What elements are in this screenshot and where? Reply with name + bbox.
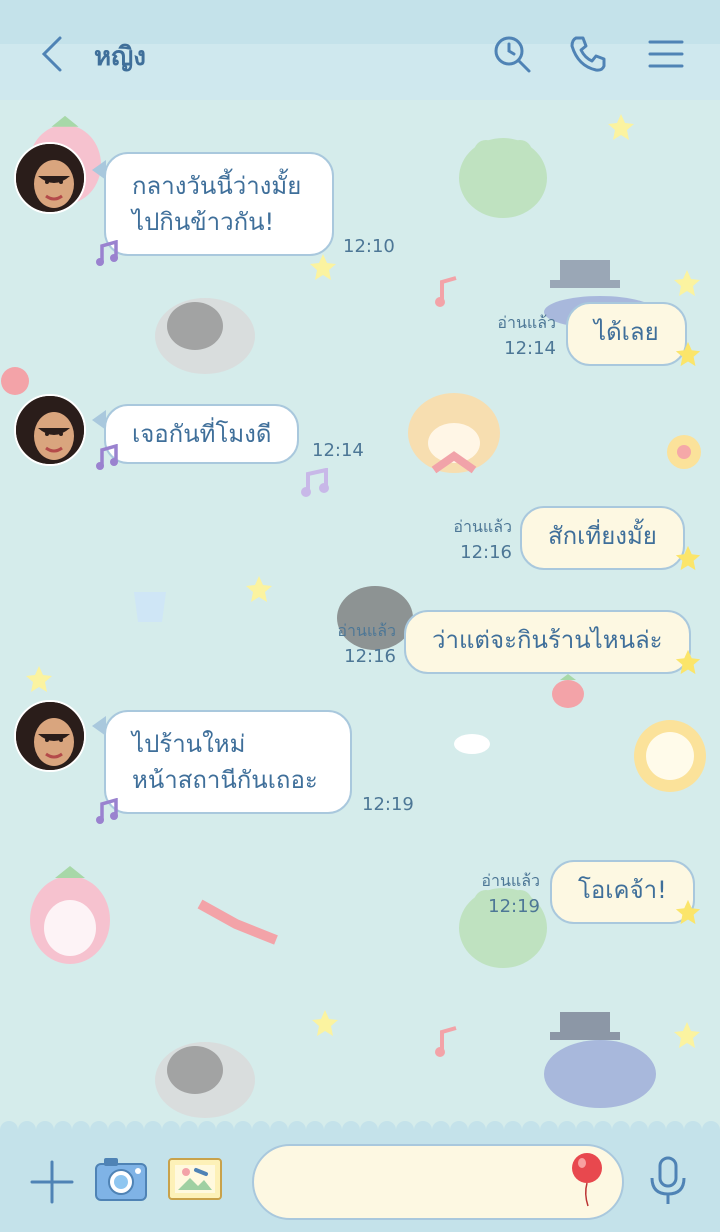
message-text: ไปร้านใหม่ xyxy=(132,730,246,758)
flower-decoration-icon xyxy=(667,435,701,469)
music-note-icon xyxy=(96,798,118,824)
cat-character-icon xyxy=(155,1042,255,1118)
message-input[interactable] xyxy=(252,1144,624,1220)
plus-icon[interactable] xyxy=(30,1160,74,1204)
outgoing-message-bubble[interactable]: สักเที่ยงมั้ย xyxy=(520,506,685,570)
read-receipt: อ่านแล้ว 12:14 xyxy=(486,312,556,360)
star-decoration-icon xyxy=(246,576,272,602)
cat-character-icon xyxy=(155,298,255,374)
input-bar xyxy=(0,1121,720,1232)
message-text: โอเคจ้า! xyxy=(578,876,667,904)
star-icon xyxy=(675,545,701,571)
back-icon[interactable] xyxy=(34,34,74,74)
read-receipt: อ่านแล้ว 12:19 xyxy=(468,870,540,918)
contact-avatar[interactable] xyxy=(14,700,86,772)
message-time: 12:19 xyxy=(488,896,540,917)
search-icon[interactable] xyxy=(492,34,532,74)
message-time: 12:14 xyxy=(504,338,556,359)
ribbon-decoration-icon xyxy=(197,899,278,945)
message-time: 12:16 xyxy=(460,542,512,563)
chat-header: หญิง xyxy=(0,0,720,100)
read-label: อ่านแล้ว xyxy=(453,517,512,536)
star-decoration-icon xyxy=(674,270,700,296)
top-hat-cat-character-icon xyxy=(544,1012,656,1108)
star-decoration-icon xyxy=(26,666,52,692)
message-text: หน้าสถานีกันเถอะ xyxy=(132,766,318,794)
message-time: 12:14 xyxy=(312,440,364,461)
microphone-icon[interactable] xyxy=(648,1156,688,1206)
incoming-message-bubble[interactable]: ไปร้านใหม่ หน้าสถานีกันเถอะ xyxy=(104,710,352,814)
message-time: 12:10 xyxy=(343,236,395,257)
strawberry-character-icon xyxy=(30,866,110,964)
bottom-scallop-edge xyxy=(0,1121,720,1139)
star-decoration-icon xyxy=(312,1010,338,1036)
message-text: เจอกันที่โมงดี xyxy=(132,420,272,448)
strawberry-icon xyxy=(552,674,584,708)
message-time: 12:16 xyxy=(344,646,396,667)
star-decoration-icon xyxy=(310,254,336,280)
music-note-icon xyxy=(96,444,118,470)
star-icon xyxy=(675,899,701,925)
cup-decoration-icon xyxy=(134,592,166,622)
camera-icon[interactable] xyxy=(94,1156,148,1202)
message-time: 12:19 xyxy=(362,794,414,815)
cloud-decoration-icon xyxy=(454,734,490,754)
message-text: ว่าแต่จะกินร้านไหนล่ะ xyxy=(432,626,663,654)
star-decoration-icon xyxy=(674,1022,700,1048)
star-icon xyxy=(675,649,701,675)
chat-title: หญิง xyxy=(94,42,146,72)
star-decoration-icon xyxy=(608,114,634,140)
read-label: อ่านแล้ว xyxy=(481,871,540,890)
music-note-icon xyxy=(435,276,457,307)
contact-avatar[interactable] xyxy=(14,394,86,466)
read-receipt: อ่านแล้ว 12:16 xyxy=(324,620,396,668)
menu-icon[interactable] xyxy=(646,34,686,74)
phone-icon[interactable] xyxy=(568,34,608,74)
contact-avatar[interactable] xyxy=(14,142,86,214)
outgoing-message-bubble[interactable]: ได้เลย xyxy=(566,302,687,366)
incoming-message-bubble[interactable]: เจอกันที่โมงดี xyxy=(104,404,300,464)
message-text: กลางวันนี้ว่างมั้ย xyxy=(132,172,302,200)
music-note-icon xyxy=(435,1026,457,1057)
read-label: อ่านแล้ว xyxy=(337,621,396,640)
star-icon xyxy=(675,341,701,367)
heart-decoration-icon xyxy=(1,367,29,395)
sunflower-character-icon xyxy=(634,720,706,792)
message-text: สักเที่ยงมั้ย xyxy=(548,522,657,550)
read-receipt: อ่านแล้ว 12:16 xyxy=(440,516,512,564)
balloon-icon[interactable] xyxy=(570,1152,604,1208)
incoming-message-bubble[interactable]: กลางวันนี้ว่างมั้ย ไปกินข้าวกัน! xyxy=(104,152,334,256)
image-icon[interactable] xyxy=(166,1156,224,1202)
music-note-icon xyxy=(96,240,118,266)
outgoing-message-bubble[interactable]: ว่าแต่จะกินร้านไหนล่ะ xyxy=(404,610,691,674)
chat-area[interactable]: กลางวันนี้ว่างมั้ย ไปกินข้าวกัน! 12:10 อ… xyxy=(0,0,720,1232)
frog-character-icon xyxy=(459,138,547,218)
shiba-dog-character-icon xyxy=(408,393,500,474)
read-label: อ่านแล้ว xyxy=(497,313,556,332)
message-text: ได้เลย xyxy=(594,318,659,346)
music-note-icon xyxy=(301,468,329,497)
message-text: ไปกินข้าวกัน! xyxy=(132,208,275,236)
